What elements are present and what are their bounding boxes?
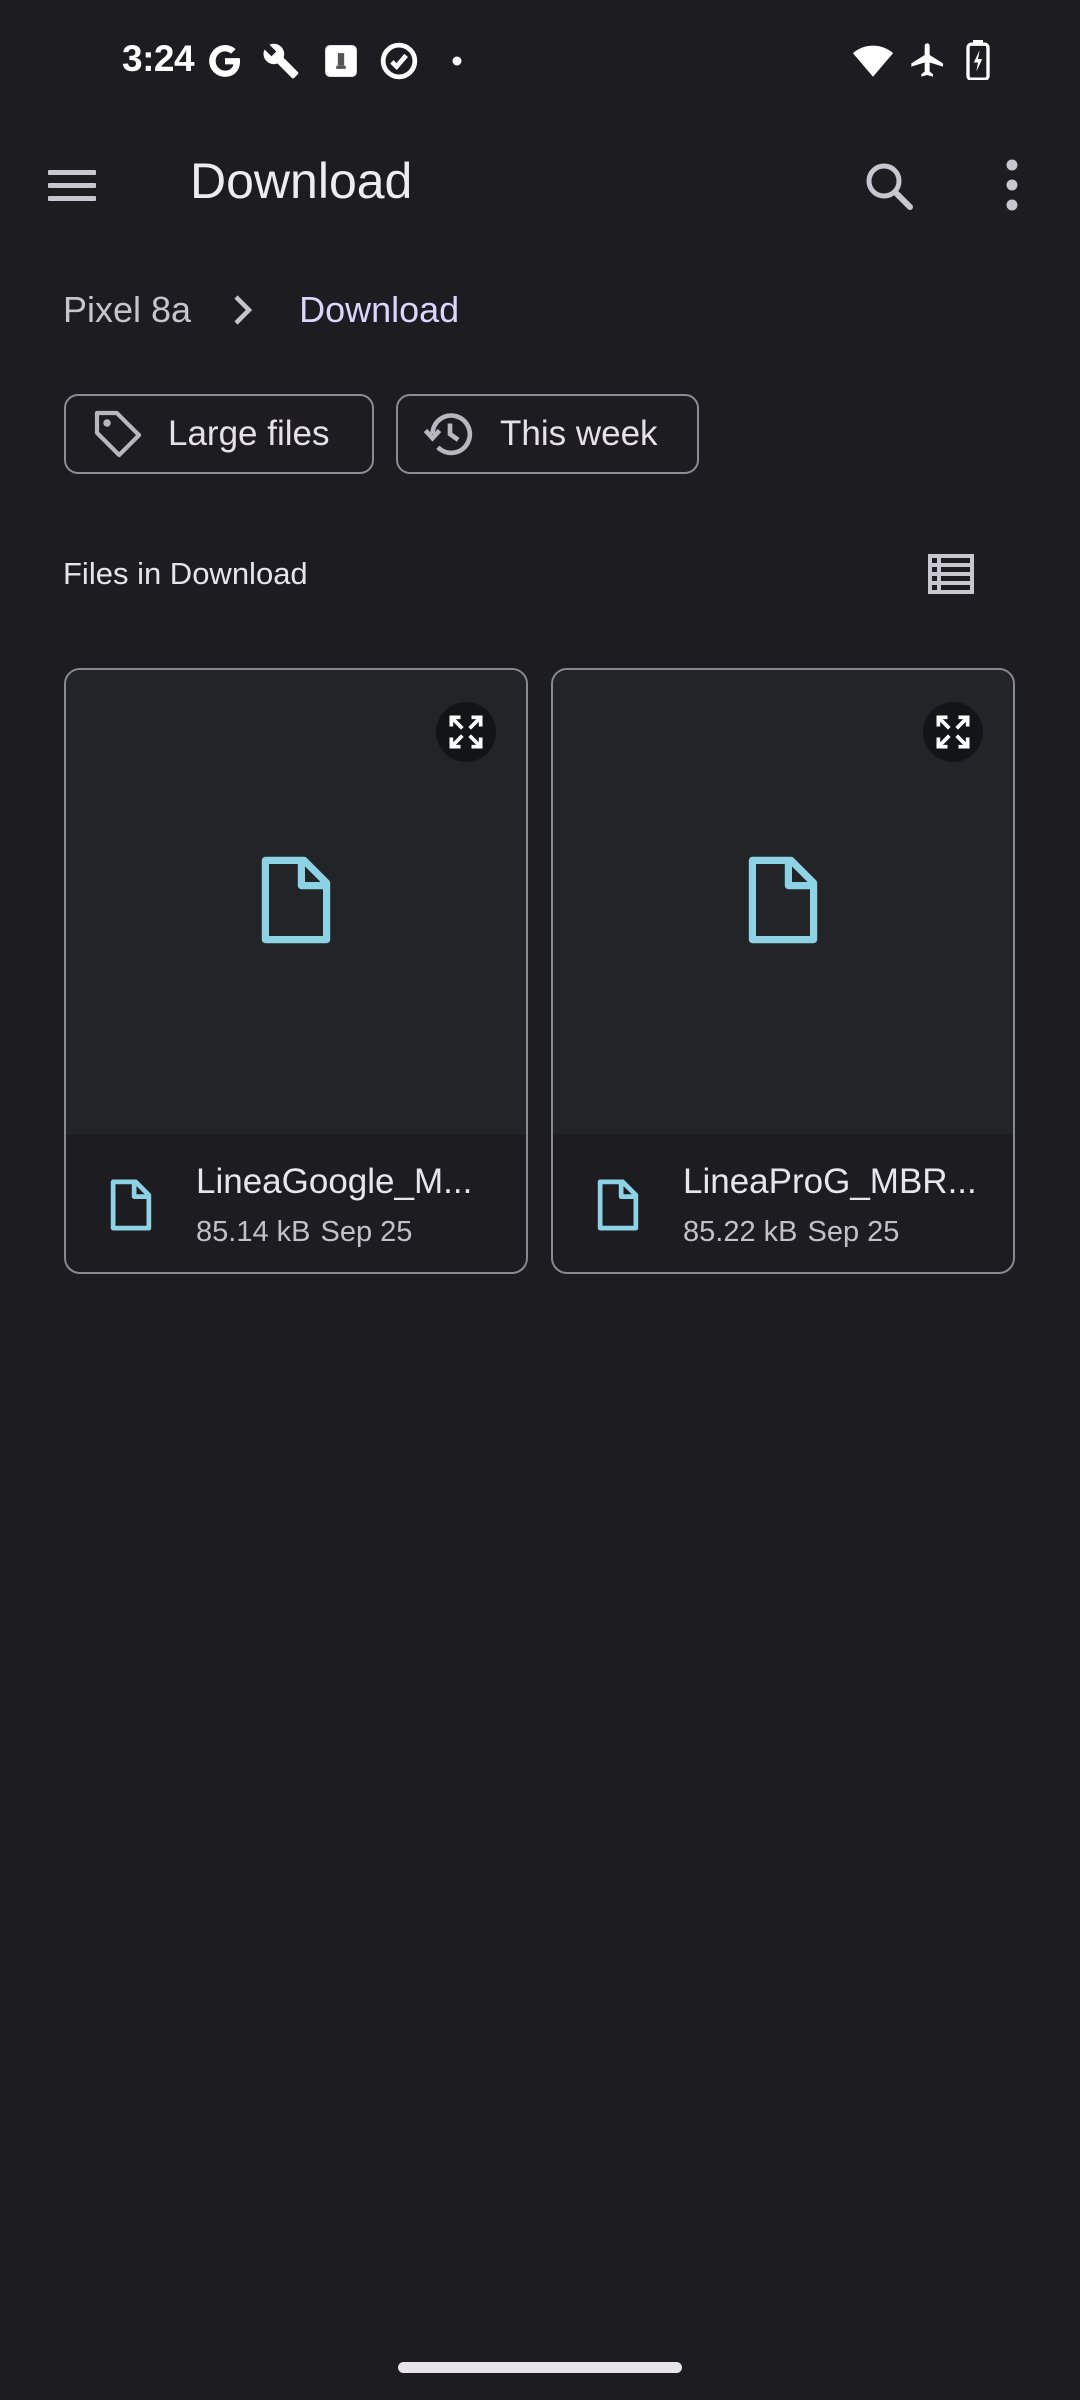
menu-button[interactable]: [34, 150, 114, 220]
chip-label: This week: [500, 414, 658, 453]
document-icon: [747, 855, 819, 950]
search-icon: [866, 163, 913, 210]
file-name: LineaProG_MBR...: [683, 1162, 977, 1201]
airplane-mode-icon: [908, 40, 948, 80]
file-card[interactable]: LineaGoogle_M... 85.14 kB Sep 25: [64, 668, 528, 1274]
battery-charging-icon: [964, 40, 992, 80]
expand-icon[interactable]: [436, 702, 496, 762]
file-meta: 85.14 kB Sep 25: [196, 1216, 412, 1249]
document-icon: [110, 1178, 152, 1237]
dot-icon: [452, 56, 462, 66]
section-title: Files in Download: [63, 556, 308, 591]
file-date: Sep 25: [320, 1216, 413, 1248]
view-toggle-button[interactable]: [920, 548, 984, 604]
wifi-icon: [852, 42, 894, 80]
file-size: 85.14 kB: [196, 1216, 311, 1248]
expand-icon[interactable]: [923, 702, 983, 762]
file-thumbnail: [553, 670, 1013, 1134]
files-app-screen: 3:24 Download Pixel 8a Download Large fi…: [0, 0, 1080, 2400]
breadcrumb-root[interactable]: Pixel 8a: [63, 289, 191, 331]
page-title: Download: [190, 153, 413, 209]
file-meta: 85.22 kB Sep 25: [683, 1216, 899, 1249]
app-bar: Download: [0, 130, 1080, 240]
file-name: LineaGoogle_M...: [196, 1162, 473, 1201]
file-info: LineaGoogle_M... 85.14 kB Sep 25: [66, 1134, 526, 1272]
history-icon: [422, 406, 478, 462]
file-card[interactable]: LineaProG_MBR... 85.22 kB Sep 25: [551, 668, 1015, 1274]
file-info: LineaProG_MBR... 85.22 kB Sep 25: [553, 1134, 1013, 1272]
file-date: Sep 25: [807, 1216, 900, 1248]
document-icon: [597, 1178, 639, 1237]
chip-label: Large files: [168, 414, 330, 453]
list-view-icon: [928, 554, 974, 594]
menu-icon: [48, 170, 96, 201]
check-circle-icon: [380, 42, 418, 80]
search-button[interactable]: [850, 150, 930, 220]
this-week-chip[interactable]: This week: [396, 394, 699, 474]
file-size: 85.22 kB: [683, 1216, 798, 1248]
gesture-nav-handle[interactable]: [398, 2362, 682, 2373]
breadcrumb: Pixel 8a Download: [63, 282, 459, 338]
large-files-chip[interactable]: Large files: [64, 394, 374, 474]
more-options-button[interactable]: [972, 150, 1052, 220]
status-time: 3:24: [122, 38, 195, 79]
more-vert-icon: [1006, 159, 1018, 211]
label-tag-icon: [90, 406, 146, 462]
google-g-icon: [206, 42, 244, 80]
wrench-icon: [262, 42, 300, 80]
breadcrumb-current[interactable]: Download: [299, 289, 459, 331]
sim-card-icon: [322, 42, 360, 80]
file-thumbnail: [66, 670, 526, 1134]
chevron-right-icon: [231, 292, 255, 328]
status-bar: 3:24: [0, 0, 1080, 120]
document-icon: [260, 855, 332, 950]
